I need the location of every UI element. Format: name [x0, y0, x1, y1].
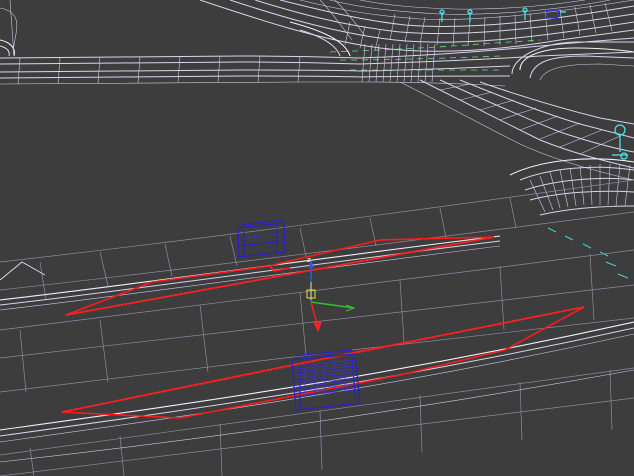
- selected-curb-lower[interactable]: [61, 306, 585, 419]
- light-pole-icon[interactable]: [612, 124, 628, 160]
- gizmo-z-label: z: [307, 256, 311, 264]
- bench-object-upper[interactable]: [237, 219, 286, 258]
- scene-canvas[interactable]: z: [0, 0, 634, 476]
- 3d-wireframe-viewport[interactable]: z: [0, 0, 634, 476]
- light-pole-top-group[interactable]: [439, 7, 566, 22]
- road-network-upper: [0, 0, 634, 279]
